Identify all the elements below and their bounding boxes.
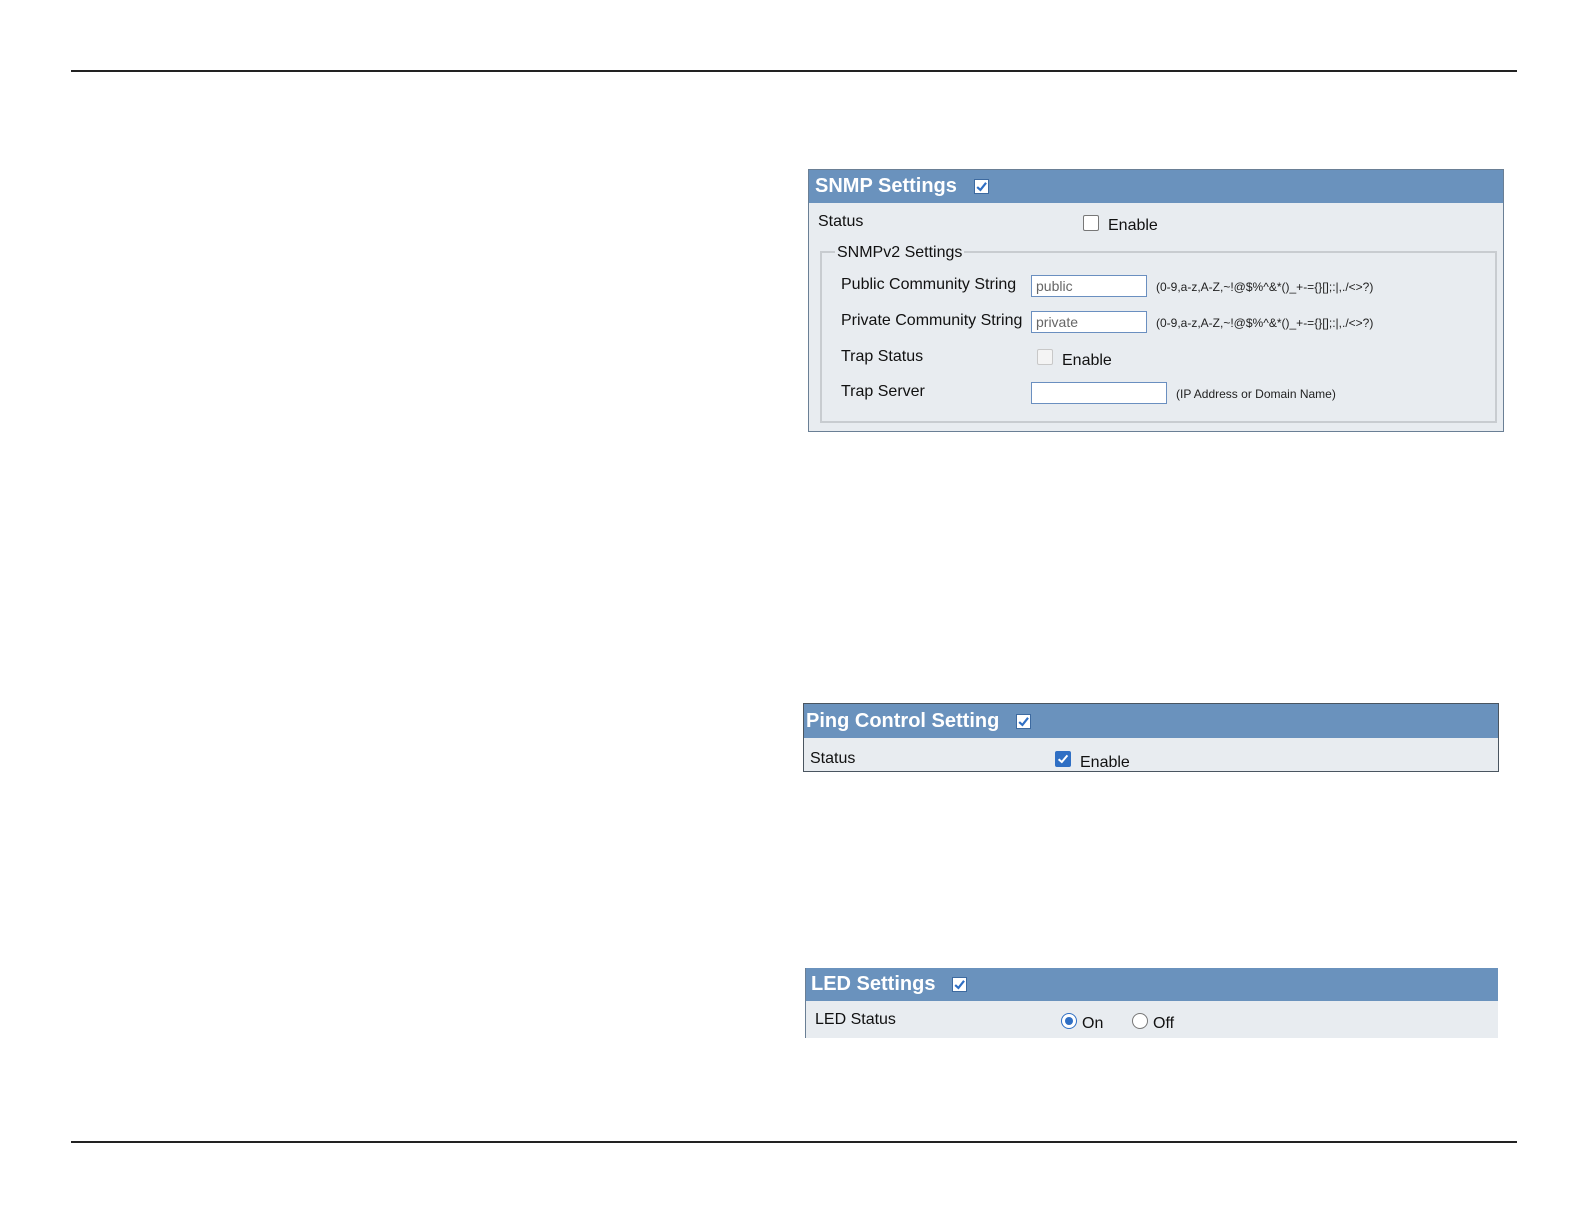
ping-header-bar: Ping Control Setting bbox=[804, 704, 1498, 738]
led-off-radio[interactable] bbox=[1132, 1013, 1148, 1029]
public-community-hint: (0-9,a-z,A-Z,~!@$%^&*()_+-={}[];:|,./<>?… bbox=[1156, 280, 1374, 294]
led-header-bar: LED Settings bbox=[806, 968, 1498, 1001]
led-status-label: LED Status bbox=[815, 1011, 896, 1028]
led-on-label: On bbox=[1082, 1015, 1104, 1032]
trap-status-enable-label: Enable bbox=[1062, 352, 1112, 369]
snmp-status-label: Status bbox=[818, 213, 864, 230]
ping-status-checkbox[interactable] bbox=[1055, 751, 1071, 767]
snmp-header-checkbox[interactable] bbox=[973, 179, 989, 194]
private-community-label: Private Community String bbox=[841, 312, 1023, 329]
led-header-checkbox[interactable] bbox=[952, 977, 968, 992]
top-divider bbox=[71, 70, 1517, 72]
bottom-divider bbox=[71, 1141, 1517, 1143]
trap-status-label: Trap Status bbox=[841, 348, 924, 365]
snmp-settings-panel: SNMP Settings Status Enable SNMPv2 Setti… bbox=[808, 169, 1504, 432]
public-community-label: Public Community String bbox=[841, 276, 1017, 293]
snmp-title: SNMP Settings bbox=[815, 175, 957, 197]
trap-server-hint: (IP Address or Domain Name) bbox=[1176, 387, 1336, 401]
ping-control-panel: Ping Control Setting Status Enable bbox=[803, 703, 1499, 772]
public-community-input[interactable] bbox=[1031, 275, 1147, 297]
led-settings-panel: LED Settings LED Status On Off bbox=[805, 968, 1498, 1038]
led-on-radio[interactable] bbox=[1061, 1013, 1077, 1029]
private-community-input[interactable] bbox=[1031, 311, 1147, 333]
snmp-status-enable-label: Enable bbox=[1108, 217, 1158, 234]
trap-server-input[interactable] bbox=[1031, 382, 1167, 404]
ping-header-checkbox[interactable] bbox=[1016, 713, 1032, 729]
snmp-status-checkbox[interactable] bbox=[1083, 215, 1099, 231]
trap-server-label: Trap Server bbox=[841, 383, 925, 400]
ping-status-label: Status bbox=[810, 750, 856, 767]
led-off-label: Off bbox=[1153, 1015, 1175, 1032]
ping-status-enable-label: Enable bbox=[1080, 754, 1130, 771]
ping-title: Ping Control Setting bbox=[806, 709, 1000, 732]
led-title: LED Settings bbox=[811, 973, 936, 995]
private-community-hint: (0-9,a-z,A-Z,~!@$%^&*()_+-={}[];:|,./<>?… bbox=[1156, 316, 1374, 330]
snmp-header-bar: SNMP Settings bbox=[809, 170, 1503, 203]
trap-status-checkbox[interactable] bbox=[1037, 349, 1053, 365]
snmpv2-legend: SNMPv2 Settings bbox=[835, 244, 965, 262]
